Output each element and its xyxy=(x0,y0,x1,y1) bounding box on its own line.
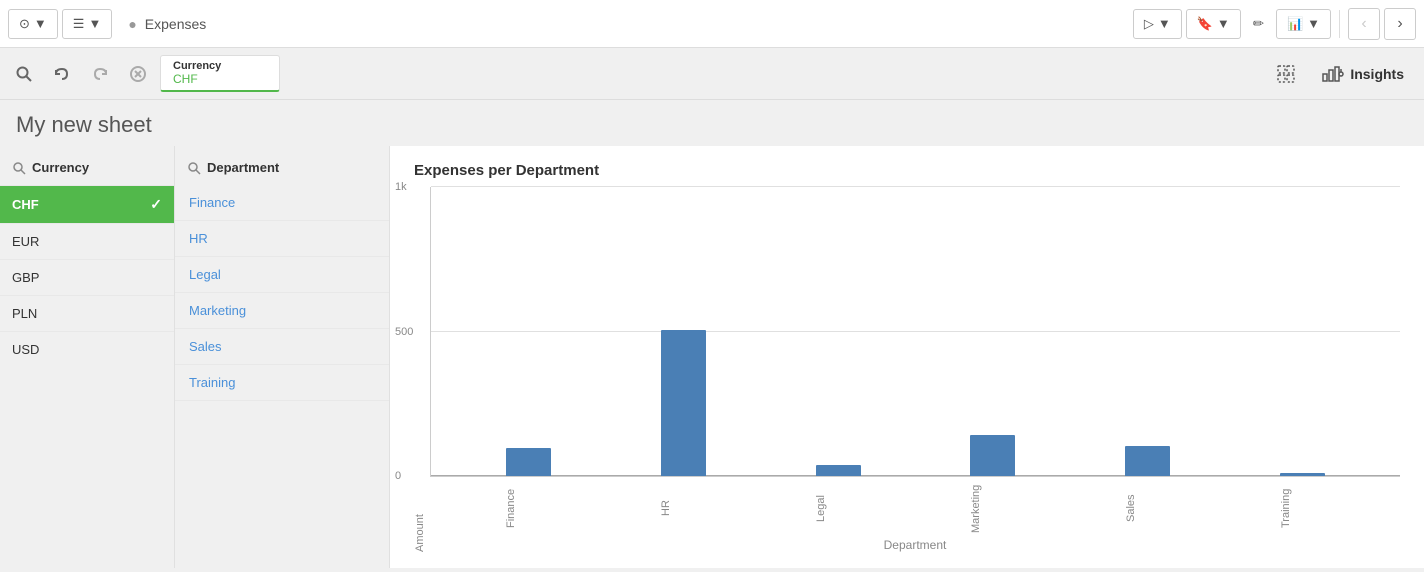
dept-search-icon xyxy=(187,161,201,175)
undo-button[interactable] xyxy=(46,58,78,90)
x-axis-title: Department xyxy=(430,538,1400,552)
dept-list-item[interactable]: Legal xyxy=(175,257,389,293)
currency-search-icon xyxy=(12,161,26,175)
currency-list-item[interactable]: PLN xyxy=(0,295,174,331)
bar-group xyxy=(506,448,551,476)
selection-mode-button[interactable] xyxy=(1270,58,1302,90)
grid-label: 500 xyxy=(395,326,413,338)
currency-list: CHF✓EURGBPPLNUSD xyxy=(0,185,174,367)
chart-dropdown-icon: ▼ xyxy=(1307,16,1320,31)
pencil-icon: ✏ xyxy=(1253,16,1264,32)
chart-panel: Expenses per Department Amount 1k5000 Fi… xyxy=(390,146,1424,568)
sheet-title-bar: My new sheet xyxy=(0,100,1424,146)
x-axis-label: Marketing xyxy=(970,481,1015,536)
bookmark-icon: 🔖 xyxy=(1197,16,1213,32)
search-filter-button[interactable] xyxy=(8,58,40,90)
next-sheet-button[interactable]: › xyxy=(1384,8,1416,40)
clear-filter-button[interactable] xyxy=(122,58,154,90)
x-axis-label: Legal xyxy=(815,481,860,536)
redo-icon xyxy=(91,65,109,83)
dept-list: FinanceHRLegalMarketingSalesTraining xyxy=(175,185,389,401)
bar[interactable] xyxy=(970,435,1015,476)
bar[interactable] xyxy=(816,465,861,476)
app-title-label: Expenses xyxy=(145,16,206,32)
compass-icon: ⊙ xyxy=(19,16,30,32)
currency-list-item[interactable]: GBP xyxy=(0,259,174,295)
present-dropdown-icon: ▼ xyxy=(1158,16,1171,31)
currency-filter-chip[interactable]: Currency CHF xyxy=(160,55,280,92)
redo-button[interactable] xyxy=(84,58,116,90)
bar-group xyxy=(1280,473,1325,476)
bar[interactable] xyxy=(661,330,706,476)
grid-label: 1k xyxy=(395,181,407,193)
currency-panel: Currency CHF✓EURGBPPLNUSD xyxy=(0,146,175,568)
currency-filter-value: CHF xyxy=(173,72,267,86)
dept-list-item[interactable]: Finance xyxy=(175,185,389,221)
insights-button[interactable]: Insights xyxy=(1310,60,1416,88)
toolbar-left: ⊙ ▼ ☰ ▼ ● Expenses xyxy=(8,9,218,39)
present-button[interactable]: ▷ ▼ xyxy=(1133,9,1182,39)
bar-group xyxy=(1125,446,1170,476)
nav-dropdown-icon: ▼ xyxy=(34,16,47,31)
main-content: Currency CHF✓EURGBPPLNUSD Department Fin… xyxy=(0,146,1424,568)
insights-icon xyxy=(1322,66,1344,82)
sheet-title: My new sheet xyxy=(16,112,1408,138)
x-axis-label: Training xyxy=(1280,481,1325,536)
department-panel: Department FinanceHRLegalMarketingSalesT… xyxy=(175,146,390,568)
bar[interactable] xyxy=(1280,473,1325,476)
chart-type-button[interactable]: 📊 ▼ xyxy=(1276,9,1331,39)
bar[interactable] xyxy=(1125,446,1170,476)
x-axis-labels: Finance HR Legal Marketing Sales Training xyxy=(430,481,1400,536)
y-axis-label: Amount xyxy=(414,187,426,552)
top-toolbar: ⊙ ▼ ☰ ▼ ● Expenses ▷ ▼ 🔖 ▼ ✏ 📊 ▼ ‹ › xyxy=(0,0,1424,48)
bar-group xyxy=(661,330,706,476)
insights-label: Insights xyxy=(1350,66,1404,82)
toolbar-divider xyxy=(1339,10,1340,38)
bookmark-button[interactable]: 🔖 ▼ xyxy=(1186,9,1241,39)
dept-list-item[interactable]: Marketing xyxy=(175,293,389,329)
prev-sheet-button[interactable]: ‹ xyxy=(1348,8,1380,40)
list-dropdown-icon: ▼ xyxy=(88,16,101,31)
app-title-area: ● Expenses xyxy=(116,16,218,32)
chart-icon: 📊 xyxy=(1287,16,1303,32)
department-panel-header: Department xyxy=(175,154,389,185)
bars-container xyxy=(431,187,1400,476)
chart-axes-wrapper: Amount 1k5000 Finance HR Legal Marketing Sal… xyxy=(414,187,1400,552)
dept-list-item[interactable]: Training xyxy=(175,365,389,401)
bar[interactable] xyxy=(506,448,551,476)
nav-home-button[interactable]: ⊙ ▼ xyxy=(8,9,58,39)
bookmark-dropdown-icon: ▼ xyxy=(1217,16,1230,31)
chart-grid: 1k5000 xyxy=(430,187,1400,477)
dept-list-item[interactable]: HR xyxy=(175,221,389,257)
bar-group xyxy=(970,435,1015,476)
x-axis-label: Finance xyxy=(505,481,550,536)
filter-toolbar-right: Insights xyxy=(1270,58,1416,90)
clear-icon xyxy=(129,65,147,83)
currency-list-item[interactable]: USD xyxy=(0,331,174,367)
currency-panel-header: Currency xyxy=(0,154,174,185)
currency-filter-label: Currency xyxy=(173,60,267,72)
currency-list-item[interactable]: EUR xyxy=(0,223,174,259)
x-axis-label: HR xyxy=(660,481,705,536)
present-icon: ▷ xyxy=(1144,16,1154,32)
toolbar-right: ▷ ▼ 🔖 ▼ ✏ 📊 ▼ ‹ › xyxy=(1133,8,1416,40)
chart-title: Expenses per Department xyxy=(414,162,1400,179)
dept-list-item[interactable]: Sales xyxy=(175,329,389,365)
currency-list-item[interactable]: CHF✓ xyxy=(0,185,174,223)
check-icon: ✓ xyxy=(150,196,162,213)
chart-plot-area: 1k5000 Finance HR Legal Marketing Sales Train… xyxy=(430,187,1400,552)
selection-icon xyxy=(1276,64,1296,84)
app-icon: ● xyxy=(128,16,136,32)
grid-label: 0 xyxy=(395,470,401,482)
filter-toolbar-left: Currency CHF xyxy=(8,55,280,92)
list-icon: ☰ xyxy=(73,16,85,32)
filter-toolbar: Currency CHF Insights xyxy=(0,48,1424,100)
x-axis-label: Sales xyxy=(1125,481,1170,536)
undo-icon xyxy=(53,65,71,83)
bar-group xyxy=(816,465,861,476)
search-icon xyxy=(15,65,33,83)
list-view-button[interactable]: ☰ ▼ xyxy=(62,9,113,39)
edit-button[interactable]: ✏ xyxy=(1245,10,1272,38)
